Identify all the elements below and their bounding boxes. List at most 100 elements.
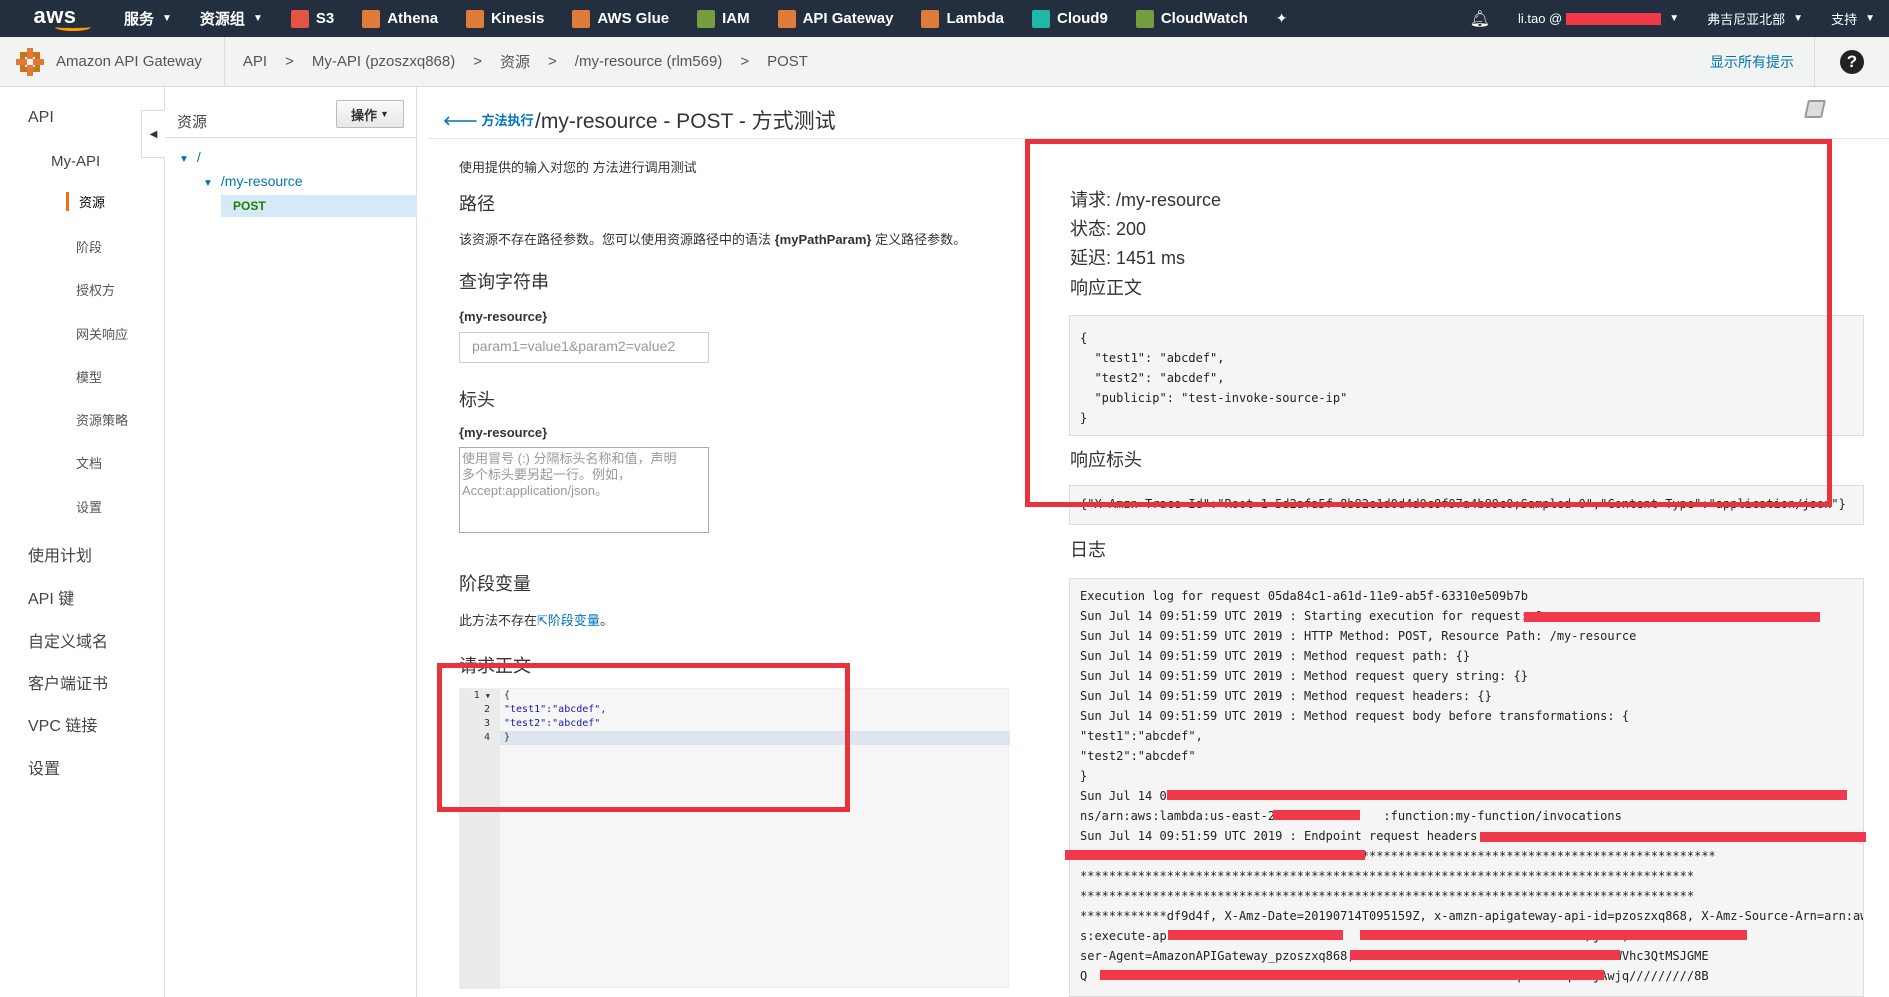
log-line: Sun Jul 14 09:51:59 UTC 2019 : Method re… xyxy=(1080,649,1471,663)
method-execution-back-link[interactable]: 🡐 方法执行 xyxy=(443,110,534,129)
favorite-label: Kinesis xyxy=(491,10,545,27)
favorite-s3[interactable]: S3 xyxy=(277,0,348,37)
api-gateway-icon xyxy=(16,47,44,76)
breadcrumb-separator: > xyxy=(548,53,557,70)
breadcrumb-item[interactable]: /my-resource (rlm569) xyxy=(575,53,723,70)
stage-variables-heading: 阶段变量 xyxy=(459,574,531,594)
sidebar-item-settings[interactable]: 设置 xyxy=(76,497,102,516)
tree-item-post-method[interactable]: POST xyxy=(221,195,417,217)
api-gateway-service-icon xyxy=(777,9,796,28)
account-username: li.tao @ xyxy=(1517,11,1563,26)
breadcrumb-separator: > xyxy=(740,53,750,70)
sidebar-item-documentation[interactable]: 文档 xyxy=(76,453,102,472)
sidebar-item-stages[interactable]: 阶段 xyxy=(76,237,102,256)
back-label: 方法执行 xyxy=(481,113,534,128)
chevron-down-icon: ▼ xyxy=(380,109,389,119)
favorite-aws-glue[interactable]: AWS Glue xyxy=(558,0,683,37)
redaction-mark xyxy=(1100,970,1604,980)
expand-triangle-icon: ▼ xyxy=(203,178,213,189)
favorite-label: AWS Glue xyxy=(597,10,670,27)
favorite-lambda[interactable]: Lambda xyxy=(907,0,1018,37)
actions-label: 操作 xyxy=(351,107,378,123)
services-label: 服务 xyxy=(124,11,155,28)
sidebar-item-resources[interactable]: 资源 xyxy=(66,192,105,211)
kinesis-service-icon xyxy=(466,9,485,28)
sidebar-item-models[interactable]: 模型 xyxy=(76,367,102,386)
favorite-label: Athena xyxy=(387,10,439,27)
path-param-example: {myPathParam} xyxy=(774,232,872,247)
aws-glue-service-icon xyxy=(572,9,591,28)
stage-variables-link[interactable]: ⇱阶段变量 xyxy=(537,613,600,628)
sidebar-item-usage-plans[interactable]: 使用计划 xyxy=(28,542,92,566)
sidebar-item-gateway-responses[interactable]: 网关响应 xyxy=(76,324,128,343)
logs-heading: 日志 xyxy=(1070,540,1106,560)
log-line: ns/arn:aws:lambda:us-east-2: :function:m… xyxy=(1080,809,1622,823)
log-line: Sun Jul 14 09:51:59 UTC 2019 : Method re… xyxy=(1080,709,1630,723)
region-menu[interactable]: 弗吉尼亚北部 ▼ xyxy=(1693,0,1817,37)
support-label: 支持 xyxy=(1831,12,1858,27)
log-line: ****************************************… xyxy=(1080,869,1695,883)
s3-service-icon xyxy=(290,9,309,28)
sidebar-item-client-certificates[interactable]: 客户端证书 xyxy=(28,670,108,694)
breadcrumb-item[interactable]: 资源 xyxy=(500,51,530,72)
path-text-end: 定义路径参数。 xyxy=(871,232,967,247)
collapse-sidebar-button[interactable]: ◀ xyxy=(141,110,165,158)
favorite-cloud9[interactable]: Cloud9 xyxy=(1018,0,1122,37)
favorite-api-gateway[interactable]: API Gateway xyxy=(764,0,908,37)
account-menu[interactable]: li.tao @ ▼ xyxy=(1504,0,1693,37)
tree-item-my-resource[interactable]: ▼ /my-resource xyxy=(203,173,303,189)
book-icon[interactable] xyxy=(1804,100,1826,118)
sidebar-item-global-settings[interactable]: 设置 xyxy=(28,755,60,779)
log-line: } xyxy=(1080,769,1088,783)
redaction-mark xyxy=(1480,832,1866,842)
favorite-label: IAM xyxy=(722,10,750,27)
resources-title: 资源 xyxy=(177,114,208,131)
log-line: ************df9d4f, X-Amz-Date=20190714T… xyxy=(1080,909,1864,923)
sidebar-item-authorizers[interactable]: 授权方 xyxy=(76,280,115,299)
chevron-down-icon: ▼ xyxy=(1865,13,1875,24)
chevron-left-icon: ◀ xyxy=(149,128,158,140)
tree-label: / xyxy=(196,149,201,165)
highlight-box xyxy=(437,663,850,812)
redaction-mark xyxy=(1065,850,1365,860)
favorite-kinesis[interactable]: Kinesis xyxy=(452,0,558,37)
breadcrumb-item[interactable]: API xyxy=(243,53,267,70)
log-line: "test1":"abcdef", xyxy=(1080,729,1203,743)
bell-icon[interactable]: 🔔︎ xyxy=(1456,0,1504,37)
services-menu[interactable]: 服务 ▼ xyxy=(110,0,186,37)
favorite-cloudwatch[interactable]: CloudWatch xyxy=(1122,0,1262,37)
redaction-mark xyxy=(1350,950,1620,960)
aws-logo[interactable]: aws xyxy=(0,0,110,37)
help-button[interactable]: ? xyxy=(1815,49,1889,74)
iam-service-icon xyxy=(697,9,716,28)
support-menu[interactable]: 支持 ▼ xyxy=(1817,0,1889,37)
sidebar-item-resource-policy[interactable]: 资源策略 xyxy=(76,410,128,429)
query-string-input[interactable]: param1=value1&param2=value2 xyxy=(459,332,709,363)
breadcrumb-separator: > xyxy=(473,53,483,70)
show-all-hints-link[interactable]: 显示所有提示 xyxy=(1690,36,1815,87)
region-label: 弗吉尼亚北部 xyxy=(1707,12,1786,27)
favorite-label: Cloud9 xyxy=(1056,10,1108,27)
pin-icon[interactable]: ✦ xyxy=(1262,0,1302,37)
tree-label: /my-resource xyxy=(220,173,303,189)
sidebar-item-vpc-links[interactable]: VPC 链接 xyxy=(28,712,97,736)
service-home-link[interactable]: Amazon API Gateway xyxy=(0,36,225,87)
tree-item-root[interactable]: ▼ / xyxy=(179,149,201,165)
headers-placeholder-line: 多个标头要另起一行。例如， xyxy=(462,467,632,482)
sidebar-item-custom-domains[interactable]: 自定义域名 xyxy=(28,628,108,652)
stage-variables-text: 此方法不存在⇱阶段变量。 xyxy=(459,610,613,629)
redaction-mark xyxy=(1524,612,1820,622)
favorite-athena[interactable]: Athena xyxy=(348,0,452,37)
actions-button[interactable]: 操作 ▼ xyxy=(336,100,404,128)
log-line: Sun Jul 14 09:51:59 UTC 2019 : HTTP Meth… xyxy=(1080,629,1637,643)
aws-smile-icon xyxy=(55,23,91,31)
redaction-mark xyxy=(1168,930,1343,940)
headers-textarea[interactable]: 使用冒号 (:) 分隔标头名称和值，声明 多个标头要另起一行。例如， Accep… xyxy=(459,447,709,533)
sidebar-item-api[interactable]: API xyxy=(28,109,54,127)
breadcrumb-item[interactable]: My-API (pzoszxq868) xyxy=(312,53,455,70)
resource-groups-menu[interactable]: 资源组 ▼ xyxy=(186,0,277,37)
log-line: "test2":"abcdef" xyxy=(1080,749,1196,763)
sidebar-item-api-keys[interactable]: API 键 xyxy=(28,585,74,609)
sidebar-item-my-api[interactable]: My-API xyxy=(51,153,100,170)
favorite-iam[interactable]: IAM xyxy=(683,0,764,37)
